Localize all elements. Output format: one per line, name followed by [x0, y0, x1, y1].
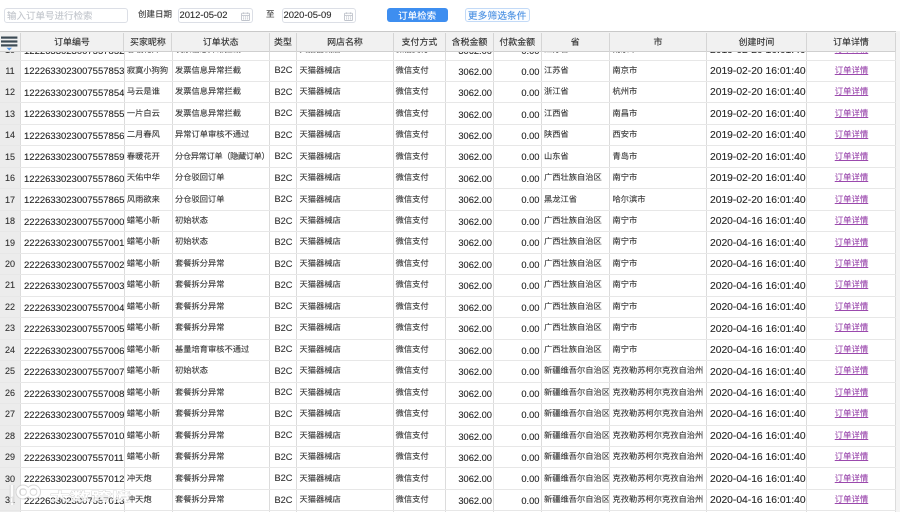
- svg-text:大数跨境: 大数跨境: [50, 487, 131, 505]
